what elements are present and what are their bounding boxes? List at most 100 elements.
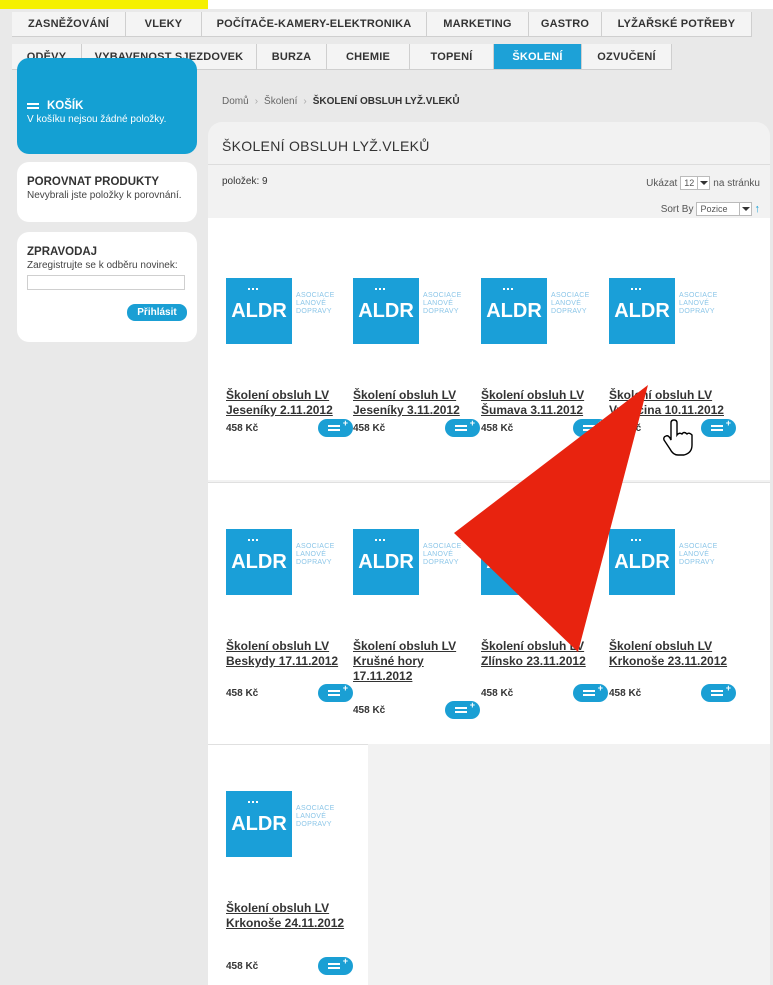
logo-line: ASOCIACE (296, 292, 335, 299)
logo-line: DOPRAVY (296, 821, 332, 828)
newsletter-email-input[interactable] (27, 275, 185, 290)
product-name-link[interactable]: Školení obsluh LV Zlínsko 23.11.2012 (481, 639, 611, 669)
logo-line: ASOCIACE (551, 292, 590, 299)
top-strip (0, 0, 773, 9)
product-name-link[interactable]: Školení obsluh LV Krušné hory 17.11.2012 (353, 639, 483, 684)
product-price: 458 Kč (226, 423, 259, 434)
subscribe-button[interactable]: Přihlásit (127, 304, 187, 321)
product-row-1: ALDR ASOCIACE LANOVÉ DOPRAVY Školení obsluh … (208, 218, 770, 480)
logo-line: LANOVÉ (679, 551, 710, 558)
product-image[interactable]: ALDR ASOCIACE LANOVÉ DOPRAVY (226, 278, 342, 344)
breadcrumb-separator: › (254, 96, 259, 107)
logo-mark: ALDR (486, 299, 542, 322)
product-price: 458 Kč (353, 423, 386, 434)
breadcrumb: Domů › Školení › ŠKOLENÍ OBSLUH LYŽ.VLEK… (222, 96, 460, 107)
nav-item-burza[interactable]: BURZA (257, 44, 327, 70)
nav-item-zasnezovani[interactable]: ZASNĚŽOVÁNÍ (12, 12, 126, 37)
nav-item-marketing[interactable]: MARKETING (427, 12, 529, 37)
nav-item-skoleni[interactable]: ŠKOLENÍ (494, 44, 582, 70)
logo-line: DOPRAVY (551, 559, 587, 566)
category-panel: ŠKOLENÍ OBSLUH LYŽ.VLEKŮ položek: 9 Ukáz… (208, 122, 770, 985)
logo-mark: ALDR (231, 299, 287, 322)
product-name-link[interactable]: Školení obsluh LV Šumava 3.11.2012 (481, 388, 611, 418)
show-label: Ukázat (646, 177, 678, 189)
breadcrumb-home[interactable]: Domů (222, 96, 249, 107)
breadcrumb-section[interactable]: Školení (264, 96, 297, 107)
add-to-cart-button[interactable] (445, 418, 480, 437)
nav-item-ozvuceni[interactable]: OZVUČENÍ (582, 44, 672, 70)
product-image[interactable]: ALDR ASOCIACE LANOVÉ DOPRAVY (226, 529, 342, 595)
product-image[interactable]: ALDR ASOCIACE LANOVÉ DOPRAVY (481, 278, 597, 344)
product-card: ALDR ASOCIACE LANOVÉ DOPRAVY Školení obsluh … (353, 529, 483, 729)
add-to-cart-button[interactable] (318, 683, 353, 702)
product-card: ALDR ASOCIACE LANOVÉ DOPRAVY Školení obsluh … (481, 278, 611, 478)
logo-line: LANOVÉ (296, 551, 327, 558)
logo-line: LANOVÉ (551, 300, 582, 307)
add-to-cart-button[interactable] (318, 956, 353, 975)
per-page-suffix: na stránku (713, 177, 760, 189)
logo-mark: ALDR (486, 550, 542, 573)
logo-text: ASOCIACE LANOVÉ DOPRAVY (675, 529, 718, 595)
logo-text: ASOCIACE LANOVÉ DOPRAVY (292, 791, 335, 857)
aldr-logo: ALDR (226, 278, 292, 344)
nav-item-topeni[interactable]: TOPENÍ (410, 44, 494, 70)
nav-item-chemie[interactable]: CHEMIE (327, 44, 410, 70)
logo-text: ASOCIACE LANOVÉ DOPRAVY (292, 278, 335, 344)
nav-item-lyzarske-potreby[interactable]: LYŽAŘSKÉ POTŘEBY (602, 12, 752, 37)
product-image[interactable]: ALDR ASOCIACE LANOVÉ DOPRAVY (609, 278, 725, 344)
product-name-link[interactable]: Školení obsluh LV Vysočina 10.11.2012 (609, 388, 739, 418)
breadcrumb-current: ŠKOLENÍ OBSLUH LYŽ.VLEKŮ (312, 96, 460, 107)
add-to-cart-button[interactable] (701, 683, 736, 702)
newsletter-box: ZPRAVODAJ Zaregistrujte se k odběru novi… (17, 232, 197, 342)
aldr-logo: ALDR (353, 278, 419, 344)
product-price: 458 Kč (353, 705, 386, 716)
add-to-cart-button[interactable] (701, 418, 736, 437)
logo-line: ASOCIACE (423, 292, 462, 299)
sort-direction-icon[interactable]: ↑ (755, 203, 761, 215)
product-image[interactable]: ALDR ASOCIACE LANOVÉ DOPRAVY (481, 529, 597, 595)
logo-mark: ALDR (231, 550, 287, 573)
product-image[interactable]: ALDR ASOCIACE LANOVÉ DOPRAVY (353, 278, 469, 344)
product-name-link[interactable]: Školení obsluh LV Jeseníky 2.11.2012 (226, 388, 356, 418)
logo-line: DOPRAVY (296, 559, 332, 566)
add-to-cart-button[interactable] (573, 418, 608, 437)
aldr-logo: ALDR (609, 529, 675, 595)
title-divider (208, 164, 770, 165)
product-name-link[interactable]: Školení obsluh LV Krkonoše 23.11.2012 (609, 639, 739, 669)
sort-select[interactable]: Pozice (696, 202, 752, 216)
logo-line: DOPRAVY (551, 308, 587, 315)
nav-item-gastro[interactable]: GASTRO (529, 12, 602, 37)
product-image[interactable]: ALDR ASOCIACE LANOVÉ DOPRAVY (353, 529, 469, 595)
logo-mark: ALDR (358, 299, 414, 322)
nav-item-vleky[interactable]: VLEKY (126, 12, 202, 37)
logo-line: LANOVÉ (551, 551, 582, 558)
product-price: 458 Kč (481, 423, 514, 434)
product-name-link[interactable]: Školení obsluh LV Beskydy 17.11.2012 (226, 639, 356, 669)
product-name-link[interactable]: Školení obsluh LV Krkonoše 24.11.2012 (226, 901, 356, 931)
per-page-select[interactable]: 12 (680, 176, 711, 190)
product-name-link[interactable]: Školení obsluh LV Jeseníky 3.11.2012 (353, 388, 483, 418)
add-to-cart-button[interactable] (573, 683, 608, 702)
logo-mark: ALDR (231, 812, 287, 835)
product-image[interactable]: ALDR ASOCIACE LANOVÉ DOPRAVY (226, 791, 342, 857)
sort-value: Pozice (700, 204, 728, 214)
aldr-logo: ALDR (226, 529, 292, 595)
aldr-logo: ALDR (353, 529, 419, 595)
product-card: ALDR ASOCIACE LANOVÉ DOPRAVY Školení obsluh … (226, 278, 356, 478)
nav-item-pocitace[interactable]: POČÍTAČE-KAMERY-ELEKTRONIKA (202, 12, 427, 37)
add-to-cart-button[interactable] (318, 418, 353, 437)
breadcrumb-separator: › (303, 96, 307, 107)
highlight-strip (0, 0, 208, 9)
product-price: 458 Kč (226, 961, 259, 972)
cart-title[interactable]: KOŠÍK (27, 100, 187, 112)
product-image[interactable]: ALDR ASOCIACE LANOVÉ DOPRAVY (609, 529, 725, 595)
compare-title: POROVNAT PRODUKTY (27, 176, 160, 188)
logo-text: ASOCIACE LANOVÉ DOPRAVY (419, 529, 462, 595)
logo-mark: ALDR (614, 299, 670, 322)
add-to-cart-button[interactable] (445, 700, 480, 719)
logo-line: DOPRAVY (679, 308, 715, 315)
logo-mark: ALDR (614, 550, 670, 573)
cart-icon (27, 101, 41, 111)
aldr-logo: ALDR (226, 791, 292, 857)
logo-line: LANOVÉ (296, 813, 327, 820)
